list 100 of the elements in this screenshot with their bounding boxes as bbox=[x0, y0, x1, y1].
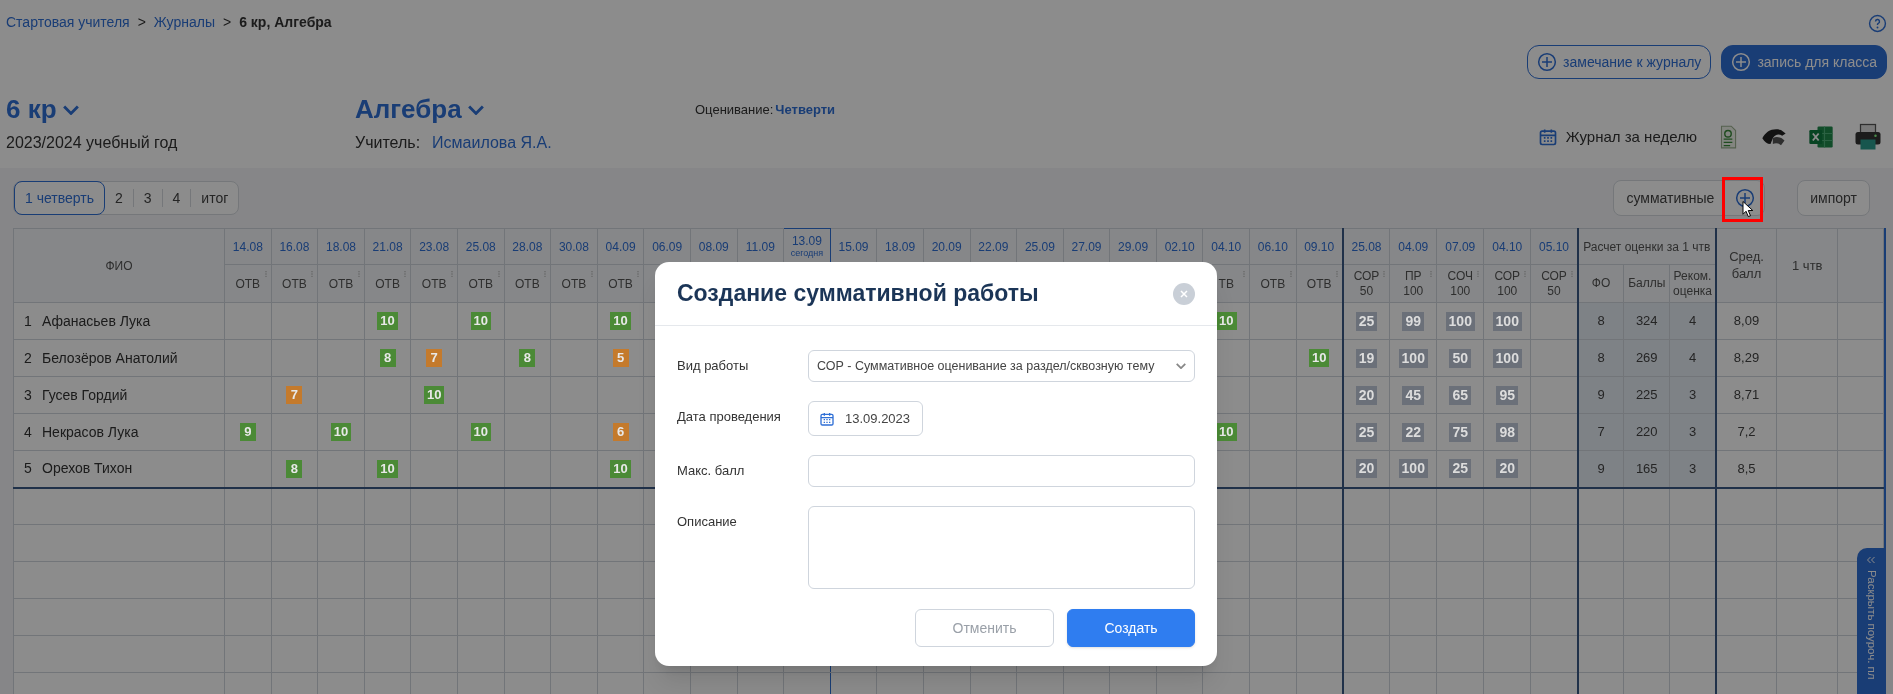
week-journal-button[interactable]: Журнал за неделю bbox=[1537, 125, 1697, 149]
teacher-link[interactable]: Исмаилова Я.А. bbox=[432, 131, 552, 155]
summative-score[interactable]: 100 bbox=[1398, 348, 1428, 368]
summative-score[interactable]: 65 bbox=[1449, 385, 1472, 405]
summative-score[interactable]: 22 bbox=[1402, 422, 1425, 442]
close-button[interactable] bbox=[1173, 282, 1195, 305]
cancel-button[interactable]: Отменить bbox=[915, 609, 1054, 647]
summative-score[interactable]: 100 bbox=[1492, 348, 1522, 368]
quarter-tab[interactable]: 4 bbox=[162, 181, 191, 215]
printer-icon[interactable] bbox=[1853, 122, 1883, 152]
class-selector[interactable]: 6 кр bbox=[6, 90, 355, 129]
side-tab-label[interactable]: Раскрыть поуроч. пл bbox=[1865, 570, 1877, 680]
grade-mark[interactable]: 10 bbox=[610, 459, 631, 478]
summative-score[interactable]: 20 bbox=[1355, 459, 1378, 479]
grade-mark[interactable]: 10 bbox=[330, 423, 352, 441]
summative-score[interactable]: 25 bbox=[1355, 422, 1378, 442]
table-cell: 220 bbox=[1623, 413, 1670, 451]
summative-label: суммативные bbox=[1625, 188, 1716, 208]
subject-selector[interactable]: Алгебра bbox=[355, 90, 695, 129]
grade-mark[interactable]: 10 bbox=[1308, 349, 1330, 367]
quarter-tab[interactable]: 2 bbox=[104, 181, 133, 215]
date-field[interactable]: 13.09.2023 bbox=[808, 401, 923, 436]
table-cell: 225 bbox=[1623, 376, 1670, 414]
side-panel-tab[interactable]: Раскрыть поуроч. пл bbox=[1857, 548, 1885, 694]
summative-score[interactable]: 100 bbox=[1445, 311, 1475, 331]
summative-score[interactable]: 19 bbox=[1355, 348, 1378, 368]
grade-mark[interactable]: 10 bbox=[377, 459, 398, 478]
max-score-label: 100 bbox=[1497, 283, 1518, 299]
create-button[interactable]: Создать bbox=[1067, 609, 1195, 647]
date-header[interactable]: 04.10 bbox=[1483, 228, 1531, 265]
quarter-tab[interactable]: 1 четверть bbox=[14, 181, 105, 215]
school-year: 2023/2024 учебный год bbox=[6, 133, 179, 153]
row-number: 3 bbox=[24, 385, 33, 405]
grade-mark[interactable]: 8 bbox=[286, 459, 303, 478]
column-type-label: СОР bbox=[1353, 268, 1380, 284]
column-header: 1 чтв bbox=[1776, 228, 1838, 303]
help-icon[interactable] bbox=[1868, 14, 1887, 33]
select-field[interactable]: СОР - Суммативное оценивание за раздел/сквозную тему bbox=[808, 350, 1195, 382]
summative-score[interactable]: 100 bbox=[1398, 459, 1428, 479]
date-header[interactable]: 04.09 bbox=[1389, 228, 1437, 265]
grade-mark[interactable]: 10 bbox=[470, 312, 491, 330]
date-header[interactable]: 13.09 bbox=[791, 235, 822, 247]
table-cell: 3 bbox=[1669, 413, 1716, 451]
journal-remark-button[interactable]: замечание к журналу bbox=[1527, 45, 1712, 79]
grade-mark[interactable]: 10 bbox=[470, 423, 491, 441]
student-name[interactable]: Орехов Тихон bbox=[42, 460, 133, 477]
column-type-label: ОТВ bbox=[468, 276, 494, 291]
class-entry-button[interactable]: запись для класса bbox=[1721, 45, 1887, 79]
summative-score[interactable]: 98 bbox=[1496, 422, 1519, 442]
table-cell: 4 bbox=[1669, 302, 1716, 340]
student-name[interactable]: Афанасьев Лука bbox=[42, 312, 151, 329]
table-cell: 7,2 bbox=[1715, 413, 1777, 451]
grade-mark[interactable]: 7 bbox=[286, 386, 303, 404]
summative-score[interactable]: 20 bbox=[1355, 385, 1378, 405]
grade-mark[interactable]: 5 bbox=[612, 349, 629, 367]
text-area[interactable] bbox=[808, 506, 1195, 589]
summative-score[interactable]: 45 bbox=[1402, 385, 1425, 405]
table-cell: 9 bbox=[1577, 376, 1624, 414]
column-type-label: ТВ bbox=[1218, 276, 1234, 291]
date-header[interactable]: 05.10 bbox=[1530, 228, 1578, 265]
table-cell: 8 bbox=[1577, 339, 1624, 377]
plus-icon bbox=[1735, 188, 1756, 208]
summative-score[interactable]: 95 bbox=[1496, 385, 1519, 405]
today-label: сегодня bbox=[790, 249, 824, 258]
summative-score[interactable]: 25 bbox=[1355, 311, 1378, 331]
quarter-tab[interactable]: итог bbox=[191, 181, 239, 215]
input-field[interactable] bbox=[808, 455, 1195, 487]
grade-mark[interactable]: 10 bbox=[423, 386, 445, 404]
summative-score[interactable]: 25 bbox=[1449, 459, 1472, 479]
date-header[interactable]: 25.08 bbox=[1342, 228, 1390, 265]
grading-value[interactable]: Четверти bbox=[775, 99, 836, 120]
date-header[interactable]: 07.09 bbox=[1436, 228, 1484, 265]
grade-mark[interactable]: 8 bbox=[519, 349, 536, 367]
grade-mark[interactable]: 6 bbox=[612, 423, 629, 441]
grading-label: Оценивание: bbox=[695, 100, 774, 119]
column-type-label: ОТВ bbox=[235, 276, 261, 291]
grade-mark[interactable]: 10 bbox=[377, 312, 398, 330]
grade-mark[interactable]: 9 bbox=[239, 423, 256, 441]
student-name[interactable]: Некрасов Лука bbox=[42, 423, 139, 440]
summative-score[interactable]: 99 bbox=[1402, 311, 1425, 331]
summative-field[interactable]: суммативные bbox=[1613, 180, 1766, 216]
table-cell: 8 bbox=[1577, 302, 1624, 340]
grade-mark[interactable]: 7 bbox=[426, 349, 443, 367]
quarter-tab[interactable]: 3 bbox=[133, 181, 162, 215]
student-name[interactable]: Белозёров Анатолий bbox=[42, 349, 178, 366]
table-cell: 324 bbox=[1623, 302, 1670, 340]
grade-mark[interactable]: 10 bbox=[610, 312, 631, 330]
teacher-label: Учитель: bbox=[355, 133, 421, 153]
summative-score[interactable]: 75 bbox=[1449, 422, 1472, 442]
grade-mark[interactable]: 8 bbox=[379, 349, 396, 367]
summative-score[interactable]: 20 bbox=[1496, 459, 1519, 479]
grade-mark[interactable]: 10 bbox=[1216, 312, 1237, 330]
student-name[interactable]: Гусев Гордий bbox=[42, 386, 128, 403]
import-button[interactable]: импорт bbox=[1797, 180, 1870, 216]
table-cell: 3 bbox=[1669, 450, 1716, 488]
breadcrumb-link[interactable]: Журналы bbox=[153, 12, 215, 33]
summative-score[interactable]: 100 bbox=[1492, 311, 1522, 331]
breadcrumb-link[interactable]: Стартовая учителя bbox=[6, 12, 130, 33]
grade-mark[interactable]: 10 bbox=[1216, 423, 1237, 441]
summative-score[interactable]: 50 bbox=[1449, 348, 1472, 368]
